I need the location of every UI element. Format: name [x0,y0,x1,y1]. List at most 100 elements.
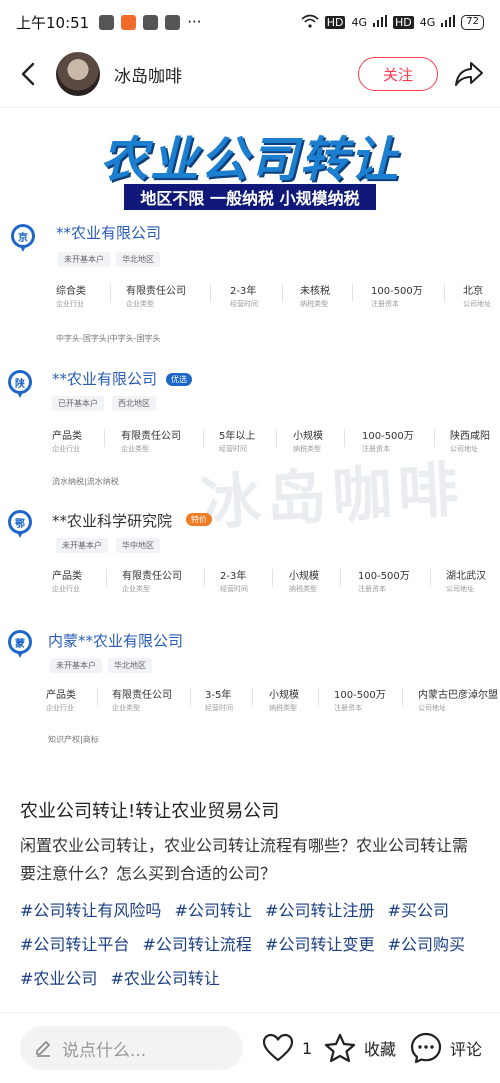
pencil-icon [36,1041,50,1057]
company-name: **农业科学研究院 [52,512,173,530]
share-icon [455,62,483,86]
status-bar: 上午10:51 ··· HD 4G HD 4G 72 [0,0,500,44]
company-name: 内蒙**农业有限公司 [48,632,184,650]
location-pin-icon: 蒙 [8,630,32,658]
discount-badge: 特价 [186,513,212,526]
tag: 已开基本户 [52,396,104,411]
signal-icon-2 [441,14,456,30]
wifi-icon [301,14,319,31]
tag: 未开基本户 [56,538,108,553]
collect-button[interactable]: 收藏 [324,1030,396,1066]
comment-bubble-icon [410,1032,442,1064]
avatar[interactable] [56,52,100,96]
attribute: 有限责任公司 企业类型 [122,571,182,593]
network-hd-2: HD [392,15,414,29]
signal-icon [372,14,387,30]
hashtag-link[interactable]: #农业公司 [20,969,97,988]
note-header: 冰岛咖啡 关注 [0,44,500,104]
separator [204,569,205,587]
hashtag-link[interactable]: #买公司 [388,901,449,920]
location-pin-icon: 京 [11,224,35,252]
business-scope: 流水纳税|流水纳税 [52,477,119,486]
hashtag-link[interactable]: #公司转让有风险吗 [20,901,161,920]
company-card: 京 **农业有限公司 未开基本户 华北地区 综合类 企业行业 有限责任公司 企业类型… [0,220,500,350]
hashtag-link[interactable]: #公司转让流程 [143,935,252,954]
network-4g-2: 4G [419,15,436,29]
separator [318,688,319,706]
separator [272,569,273,587]
tag: 未开基本户 [58,252,110,267]
hashtag-link[interactable]: #公司转让注册 [265,901,374,920]
attribute: 有限责任公司 企业类型 [126,286,186,308]
separator [110,284,111,302]
like-button[interactable]: 1 [262,1030,312,1066]
author-name[interactable]: 冰岛咖啡 [114,62,182,87]
heart-icon [262,1033,294,1062]
attribute: 综合类 企业行业 [56,286,86,308]
attribute: 小规模 纳税类型 [293,431,323,453]
tag: 华北地区 [116,252,160,267]
hashtag-link[interactable]: #公司转让平台 [20,935,129,954]
note-body: 闲置农业公司转让，农业公司转让流程有哪些？农业公司转让需要注意什么？怎么买到合适… [20,836,469,883]
company-card: 鄂 **农业科学研究院 特价 未开基本户 华中地区 产品类 企业行业 有限责任公司… [0,508,500,608]
separator [352,284,353,302]
separator [276,429,277,447]
company-card: 蒙 内蒙**农业有限公司 未开基本户 华北地区 产品类 企业行业 有限责任公司 企业… [0,630,500,750]
attribute: 100-500万 注册资本 [362,431,414,453]
company-name: **农业有限公司 [52,370,158,388]
location-pin-icon: 鄂 [8,510,32,538]
separator [340,569,341,587]
attribute: 湖北武汉 公司地址 [446,571,486,593]
star-icon [324,1033,356,1063]
tag: 华北地区 [108,658,152,673]
business-scope: 中字头-国字头|中字头-国字头 [56,334,161,343]
share-button[interactable] [452,57,486,91]
separator [344,429,345,447]
separator [203,429,204,447]
network-hd-1: HD [324,15,346,29]
hashtag-link[interactable]: #公司转让变更 [265,935,374,954]
status-time: 上午10:51 [16,13,90,32]
chevron-left-icon [21,62,35,86]
company-card: 陕 **农业有限公司 优选 已开基本户 西北地区 产品类 企业行业 有限责任公司企… [0,368,500,498]
separator [210,284,211,302]
separator [434,429,435,447]
hashtag-list: #公司转让有风险吗 #公司转让 #公司转让注册 #买公司 #公司转让平台 #公司… [20,894,480,996]
banner-title: 农业公司转让 [99,132,400,188]
note-image[interactable]: 农业公司转让 地区不限 一般纳税 小规模纳税 冰岛咖啡 京 **农业有限公司 未… [0,108,500,758]
message-icon [99,14,115,30]
comment-label: 评论 [450,1040,483,1059]
separator [402,688,403,706]
hashtag-link[interactable]: #公司转让 [175,901,252,920]
company-name: **农业有限公司 [56,224,162,242]
attribute: 产品类 企业行业 [52,431,82,453]
tag: 华中地区 [116,538,160,553]
hashtag-link[interactable]: #公司购买 [388,935,465,954]
attribute: 产品类 企业行业 [52,571,82,593]
vpn-icon [165,14,181,30]
attribute: 100-500万 注册资本 [358,571,410,593]
location-pin-icon: 陕 [8,370,32,398]
follow-button[interactable]: 关注 [358,57,438,91]
like-count: 1 [302,1038,313,1058]
comment-input[interactable]: 说点什么... [20,1026,243,1070]
tag: 西北地区 [112,396,156,411]
separator [97,688,98,706]
collect-label: 收藏 [364,1040,397,1059]
back-button[interactable] [14,60,42,88]
separator [252,688,253,706]
separator [190,688,191,706]
attribute: 北京 公司地址 [463,286,491,308]
attribute: 陕西咸阳 公司地址 [450,431,490,453]
separator [282,284,283,302]
hashtag-link[interactable]: #农业公司转让 [111,969,220,988]
attribute: 5年以上 经营时间 [219,431,256,453]
attribute: 2-3年 经营时间 [230,286,258,308]
attribute: 内蒙古巴彦淖尔盟 公司地址 [418,690,498,712]
featured-badge: 优选 [166,373,192,386]
network-4g-1: 4G [351,15,367,29]
note-title: 农业公司转让!转让农业贸易公司 [20,801,280,822]
comment-placeholder: 说点什么... [62,1040,147,1061]
comment-button[interactable]: 评论 [410,1030,482,1066]
tag: 未开基本户 [50,658,102,673]
